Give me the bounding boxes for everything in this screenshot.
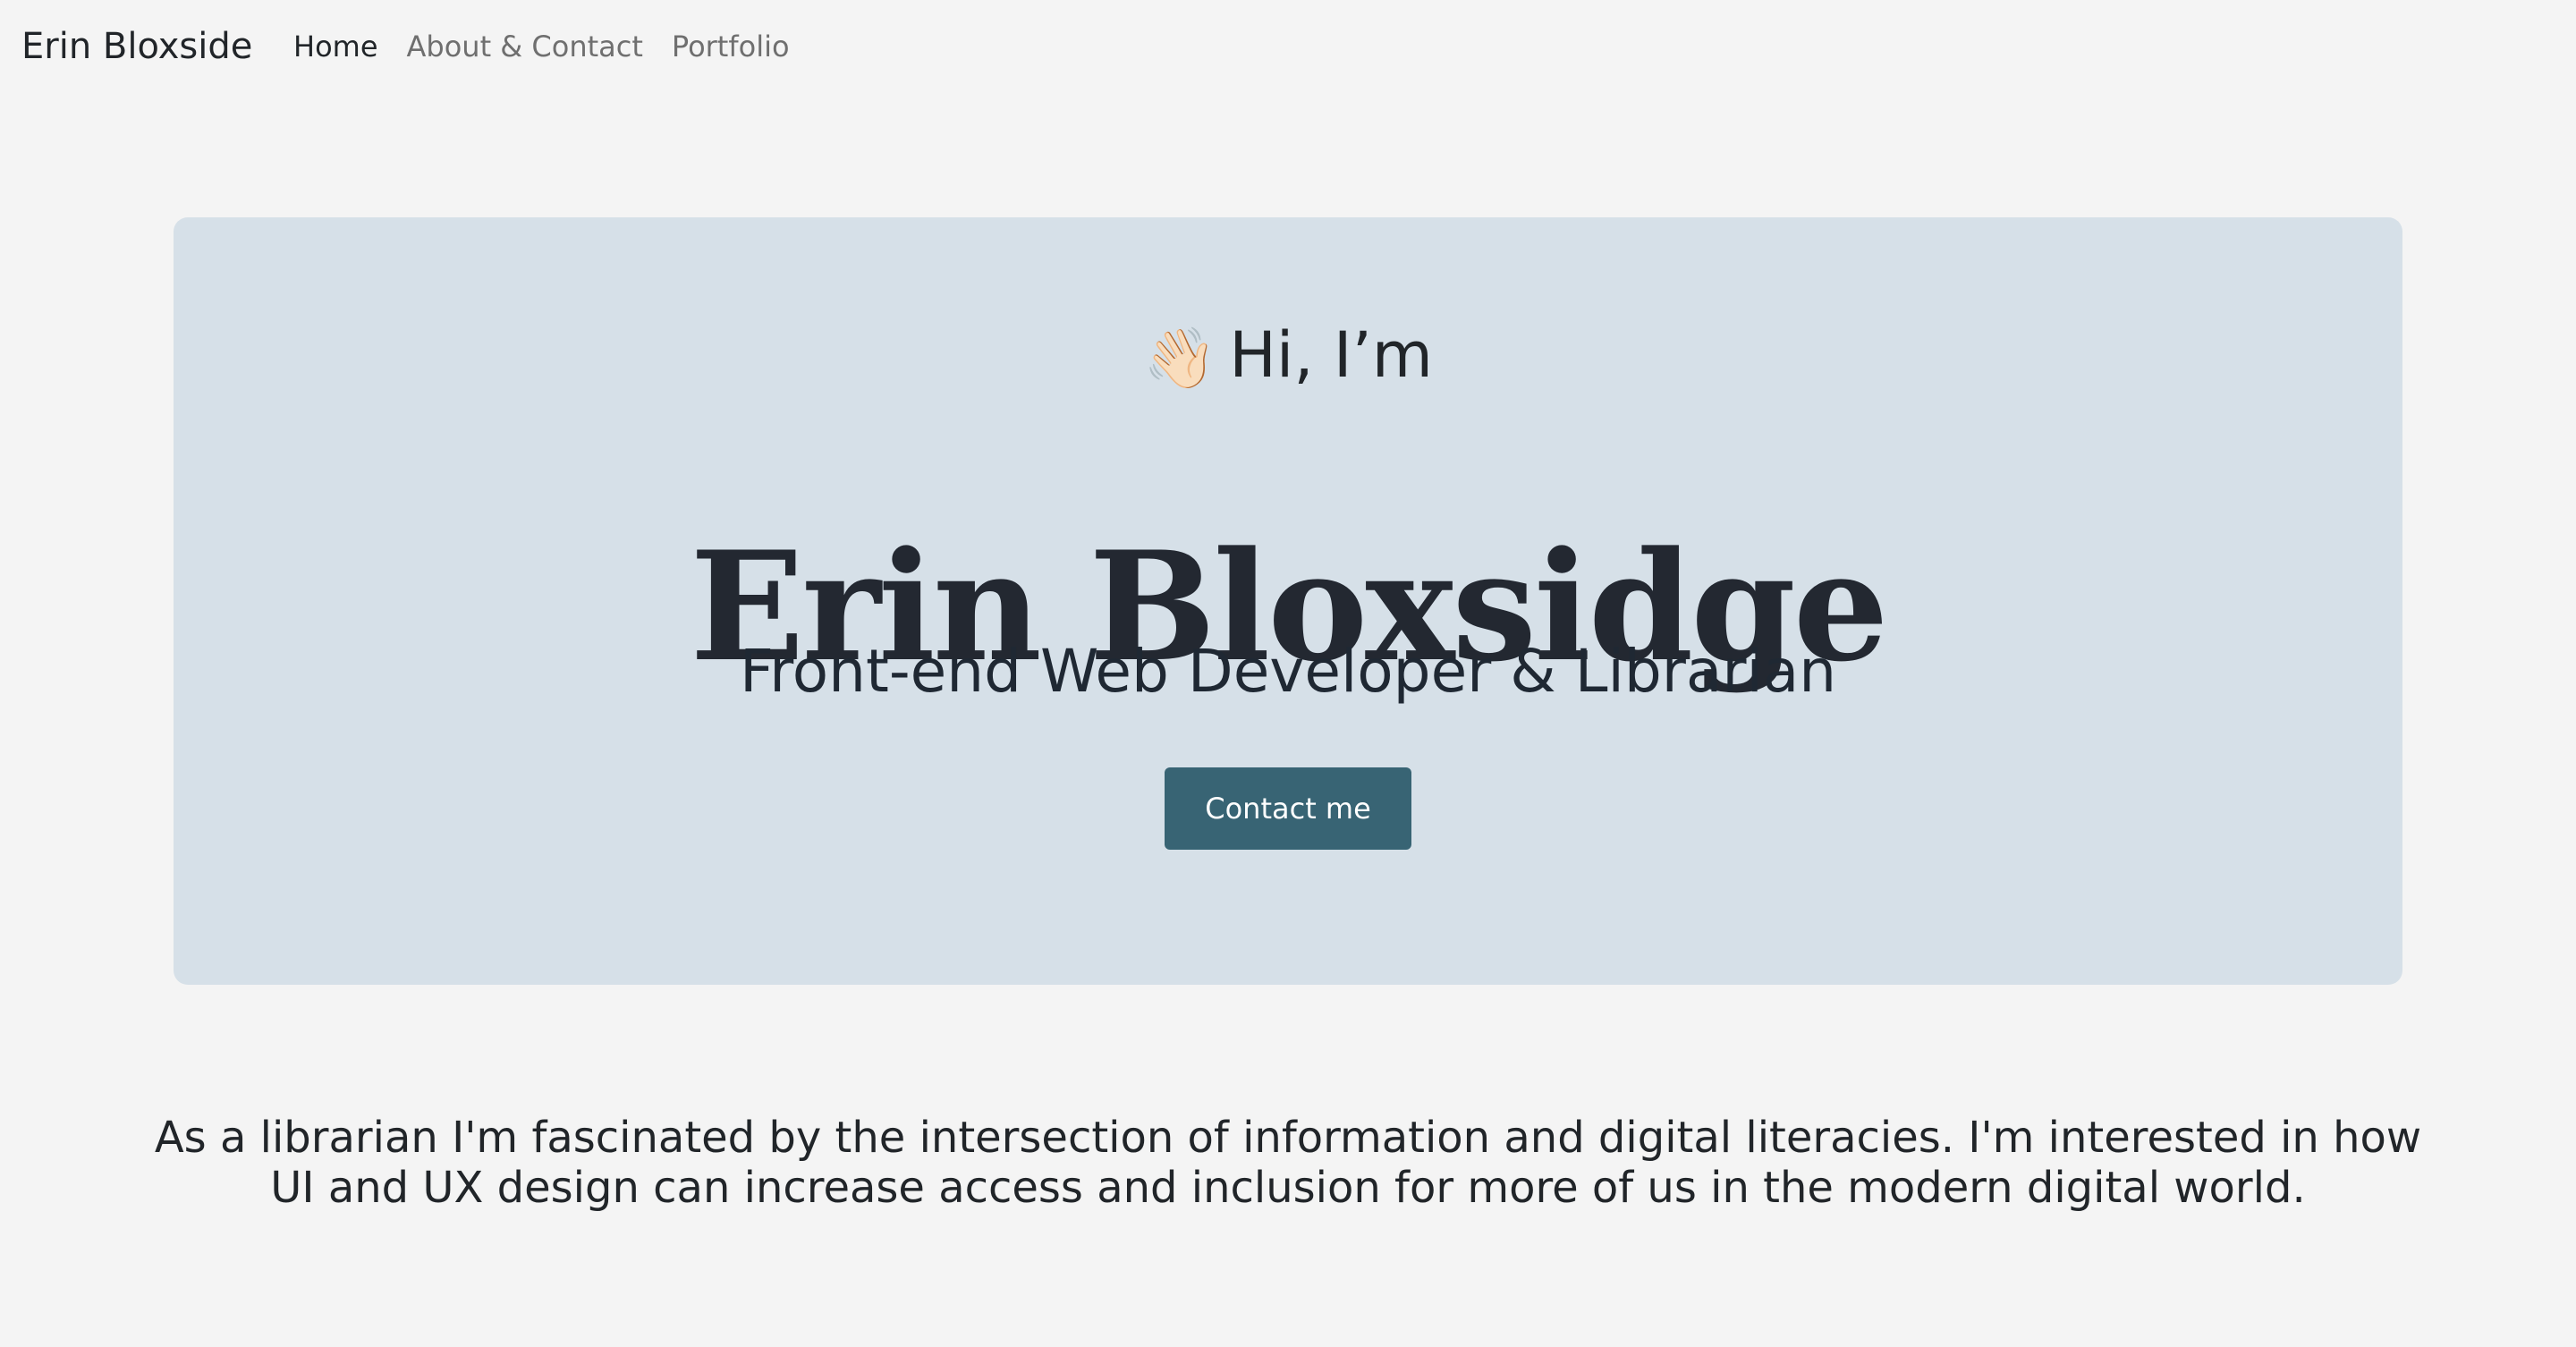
hero-tagline: Front-end Web Developer & Librarian (739, 637, 1837, 706)
nav-home-link[interactable]: Home (293, 27, 378, 66)
greeting-line: 👋🏻 Hi, I’m (174, 316, 2402, 398)
hero-section: 👋🏻 Hi, I’m Erin Bloxsidge Front-end Web D… (174, 217, 2402, 985)
greeting-text: Hi, I’m (1229, 318, 1433, 392)
main-navigation: Home About & Contact Portfolio (293, 27, 790, 66)
waving-hand-icon: 👋🏻 (1143, 324, 1217, 393)
contact-me-button[interactable]: Contact me (1165, 767, 1411, 850)
nav-about-contact-link[interactable]: About & Contact (407, 27, 643, 66)
intro-paragraph: As a librarian I'm fascinated by the int… (154, 1113, 2422, 1213)
site-brand-link[interactable]: Erin Bloxside (21, 23, 252, 70)
nav-portfolio-link[interactable]: Portfolio (672, 27, 790, 66)
top-navbar: Erin Bloxside Home About & Contact Portf… (0, 0, 2576, 93)
